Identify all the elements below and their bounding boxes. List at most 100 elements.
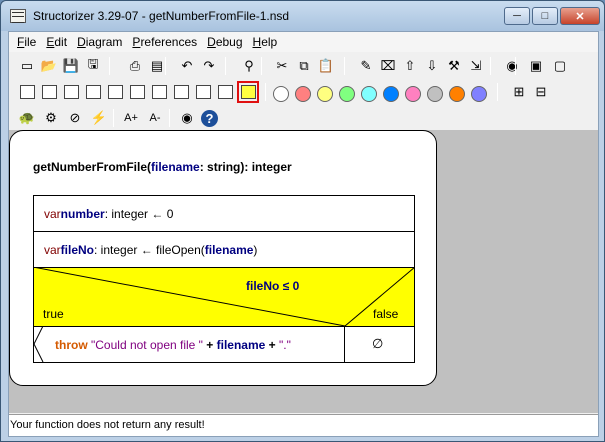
nice-icon[interactable]: ⚡ (89, 108, 109, 128)
help-icon[interactable]: ? (201, 110, 218, 127)
toolbar-separator (225, 57, 226, 75)
save-icon[interactable]: 💾 (61, 56, 81, 76)
toolbar-separator (344, 57, 345, 75)
delete-icon[interactable]: ⌧ (378, 56, 398, 76)
instruction-close: ) (253, 242, 258, 257)
toolbar-separator (169, 109, 170, 127)
nassi-shneiderman-diagram[interactable]: getNumberFromFile( filename : string): int… (9, 130, 437, 386)
add-jump-icon[interactable] (193, 82, 213, 102)
function-name: getNumberFromFile( (33, 160, 152, 174)
collapse-icon[interactable]: ▣ (526, 56, 546, 76)
add-if-icon[interactable] (39, 82, 59, 102)
color-swatch[interactable] (273, 86, 289, 102)
add-repeat-icon[interactable] (127, 82, 147, 102)
keyword-var: var (44, 206, 61, 221)
param-type: : string): integer (199, 160, 292, 174)
save-as-icon[interactable]: 🖫 (83, 56, 103, 76)
menu-preferences[interactable]: Preferences (127, 35, 202, 49)
arrange-icon[interactable]: ⊟ (531, 82, 551, 102)
add-instruction-icon[interactable] (17, 82, 37, 102)
menu-file[interactable]: File (12, 35, 41, 49)
transmute-icon[interactable]: ⚒ (444, 56, 464, 76)
color-swatch[interactable] (317, 86, 333, 102)
maximize-button[interactable]: □ (532, 7, 558, 25)
menu-label-rest: iagram (85, 35, 123, 49)
add-try-glyph (240, 85, 256, 99)
outsource-icon[interactable]: ⇲ (466, 56, 486, 76)
color-swatch[interactable] (471, 86, 487, 102)
edit-element-icon[interactable]: ✎ (356, 56, 376, 76)
toolbar-row-tools: 🐢 ⚙ ⊘ ⚡ A+ A- ◉? (9, 106, 598, 132)
close-button[interactable]: ✕ (560, 7, 600, 25)
copy-icon[interactable]: ⧉ (294, 56, 314, 76)
open-icon[interactable]: 📂 (39, 56, 59, 76)
window-title: Structorizer 3.29-07 - getNumberFromFile… (33, 9, 290, 23)
paste-icon[interactable]: 📋 (316, 56, 336, 76)
print-icon[interactable]: ⎙ (125, 56, 145, 76)
breakpoint-icon[interactable]: ◉ (502, 56, 522, 76)
instruction-block-fileno[interactable]: var fileNo: integer ← fileOpen(filename) (33, 231, 415, 268)
instruction-rest: : integer ← fileOpen( (94, 242, 205, 257)
color-swatch[interactable] (383, 86, 399, 102)
new-icon[interactable]: ▭ (17, 56, 37, 76)
redo-icon[interactable]: ↷ (199, 56, 219, 76)
client-area: File Edit Diagram Preferences Debug Help ▭ 📂 💾 🖫… (8, 31, 599, 437)
alternative-fill (33, 267, 415, 327)
add-while-glyph (107, 85, 123, 99)
status-bar: Your function does not return any result… (9, 414, 598, 436)
empty-branch[interactable]: ∅ (372, 336, 383, 352)
toolbar-separator (109, 57, 110, 75)
add-while-icon[interactable] (105, 82, 125, 102)
function-signature[interactable]: getNumberFromFile(filename: string): int… (33, 160, 292, 174)
toolbar-separator (165, 57, 166, 75)
color-swatch[interactable] (449, 86, 465, 102)
throw-instruction[interactable]: throw "Could not open file " + filename … (55, 338, 291, 352)
menu-help[interactable]: Help (248, 35, 283, 49)
menu-diagram[interactable]: Diagram (72, 35, 127, 49)
color-swatch[interactable] (339, 86, 355, 102)
add-try-icon[interactable] (237, 81, 259, 103)
alternative-shape (33, 267, 415, 327)
find-icon[interactable]: ⚲ (239, 56, 259, 76)
move-up-icon[interactable]: ⇧ (400, 56, 420, 76)
color-swatch[interactable] (295, 86, 311, 102)
color-swatch[interactable] (427, 86, 443, 102)
executor-icon[interactable]: ⚙ (41, 108, 61, 128)
expand-icon[interactable]: ▢ (550, 56, 570, 76)
add-case-icon[interactable] (61, 82, 81, 102)
font-down-icon[interactable]: A- (145, 108, 165, 128)
color-swatch[interactable] (405, 86, 421, 102)
minimize-button[interactable]: ─ (504, 7, 530, 25)
toolbar-area: ▭ 📂 💾 🖫 ⎙ ▤ ↶ ↷ ⚲ ✂ ⧉ 📋 ✎ ⌧ ⇧ ⇩ ⚒ ⇲ ◉ ▣ ▢ ⊞ ⊟ 🐢 ⚙ ⊘ ⚡ A+ A- ◉? (9, 52, 598, 130)
toolbar-separator (113, 109, 114, 127)
add-jump-glyph (195, 85, 211, 99)
menu-debug[interactable]: Debug (202, 35, 247, 49)
menu-edit[interactable]: Edit (41, 35, 72, 49)
font-up-icon[interactable]: A+ (121, 108, 141, 128)
branch-row: throw "Could not open file " + filename … (33, 326, 415, 363)
undo-icon[interactable]: ↶ (177, 56, 197, 76)
cut-icon[interactable]: ✂ (272, 56, 292, 76)
add-call-icon[interactable] (171, 82, 191, 102)
export-picture-icon[interactable]: ▤ (147, 56, 167, 76)
keyword-var: var (44, 242, 61, 257)
variable-number: number (60, 206, 105, 221)
add-forever-icon[interactable] (149, 82, 169, 102)
alternative-block[interactable]: fileNo ≤ 0 true false (33, 267, 415, 327)
turtle-icon[interactable]: 🐢 (17, 108, 37, 128)
diagram-canvas[interactable]: getNumberFromFile( filename : string): int… (9, 130, 598, 413)
add-forever-glyph (151, 85, 167, 99)
instruction-block-number[interactable]: var number: integer ← 0 (33, 195, 415, 232)
argument-filename: filename (204, 242, 254, 257)
diagram-tree-icon[interactable]: ⊞ (509, 82, 529, 102)
menu-mnemonic: D (207, 35, 216, 49)
add-for-icon[interactable] (83, 82, 103, 102)
color-swatch[interactable] (361, 86, 377, 102)
move-down-icon[interactable]: ⇩ (422, 56, 442, 76)
eye-icon[interactable]: ◉ (177, 108, 197, 128)
toolbar-separator (265, 83, 266, 101)
menu-label-rest: ile (24, 35, 37, 49)
title-bar[interactable]: Structorizer 3.29-07 - getNumberFromFile… (1, 1, 604, 31)
add-parallel-icon[interactable] (215, 82, 235, 102)
analyser-off-icon[interactable]: ⊘ (65, 108, 85, 128)
